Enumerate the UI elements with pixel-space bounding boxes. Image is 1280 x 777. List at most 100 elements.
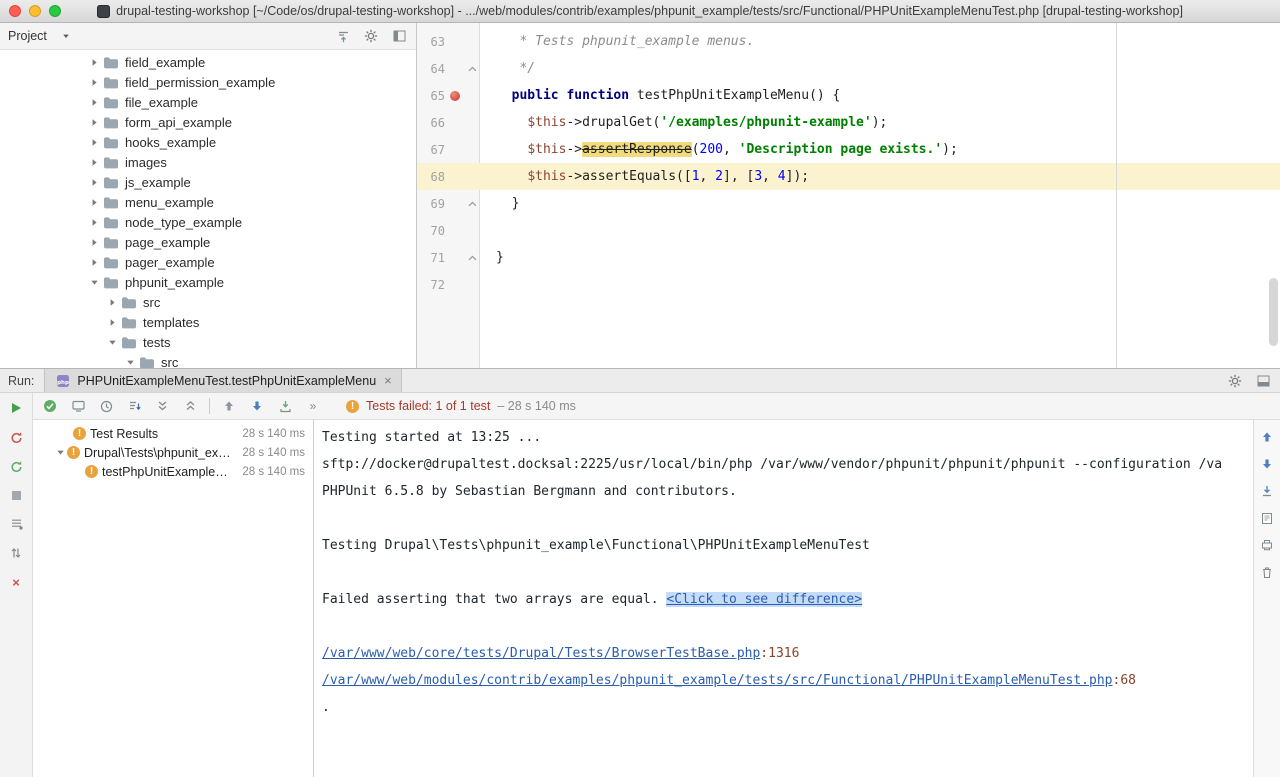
minimize-window-button[interactable] bbox=[29, 5, 41, 17]
tree-item-tests[interactable]: tests bbox=[0, 332, 416, 352]
import-test-results-button[interactable] bbox=[276, 397, 294, 415]
tree-item-pager_example[interactable]: pager_example bbox=[0, 252, 416, 272]
clear-console-button[interactable] bbox=[1258, 563, 1276, 581]
test-tree-row[interactable]: !Test Results28 s 140 ms bbox=[33, 424, 313, 443]
tree-item-form_api_example[interactable]: form_api_example bbox=[0, 112, 416, 132]
sort-by-duration-button[interactable] bbox=[97, 397, 115, 415]
editor[interactable]: 63 * Tests phpunit_example menus.64 */65… bbox=[417, 23, 1280, 368]
editor-lines: 63 * Tests phpunit_example menus.64 */65… bbox=[417, 23, 1280, 298]
chevron-right-icon[interactable] bbox=[106, 316, 118, 328]
chevron-right-icon[interactable] bbox=[106, 296, 118, 308]
chevron-right-icon[interactable] bbox=[88, 76, 100, 88]
chevron-right-icon[interactable] bbox=[88, 196, 100, 208]
test-history-button[interactable] bbox=[7, 515, 25, 533]
tree-item-menu_example[interactable]: menu_example bbox=[0, 192, 416, 212]
up-the-stacktrace-button[interactable] bbox=[1258, 428, 1276, 446]
more-actions-icon[interactable]: » bbox=[304, 397, 322, 415]
open-results-in-editor-button[interactable] bbox=[1258, 509, 1276, 527]
close-button[interactable]: × bbox=[7, 573, 25, 591]
chevron-down-icon[interactable] bbox=[106, 336, 118, 348]
chevron-down-icon[interactable] bbox=[53, 448, 67, 457]
hide-panel-icon[interactable] bbox=[1254, 372, 1272, 390]
code-line-68[interactable]: 68 $this->assertEquals([1, 2], [3, 4]); bbox=[417, 163, 1280, 190]
tree-item-page_example[interactable]: page_example bbox=[0, 232, 416, 252]
console-text: Testing started at 13:25 ... bbox=[322, 430, 541, 445]
code-line-69[interactable]: 69 } bbox=[417, 190, 1280, 217]
code-line-66[interactable]: 66 $this->drupalGet('/examples/phpunit-e… bbox=[417, 109, 1280, 136]
test-failed-gutter-icon[interactable] bbox=[450, 91, 460, 101]
chevron-right-icon[interactable] bbox=[88, 136, 100, 148]
tree-item-src[interactable]: src bbox=[0, 292, 416, 312]
tree-item-node_type_example[interactable]: node_type_example bbox=[0, 212, 416, 232]
zoom-window-button[interactable] bbox=[49, 5, 61, 17]
down-the-stacktrace-button[interactable] bbox=[1258, 455, 1276, 473]
tree-item-label: node_type_example bbox=[125, 215, 242, 230]
folder-icon bbox=[103, 276, 119, 289]
test-duration: 28 s 140 ms bbox=[234, 466, 305, 478]
tree-item-file_example[interactable]: file_example bbox=[0, 92, 416, 112]
restore-layout-button[interactable] bbox=[7, 544, 25, 562]
scroll-to-end-button[interactable] bbox=[1258, 482, 1276, 500]
tree-item-src[interactable]: src bbox=[0, 352, 416, 368]
settings-gear-icon[interactable] bbox=[362, 27, 380, 45]
chevron-right-icon[interactable] bbox=[88, 156, 100, 168]
stop-button[interactable] bbox=[7, 486, 25, 504]
print-console-button[interactable] bbox=[1258, 536, 1276, 554]
code-line-64[interactable]: 64 */ bbox=[417, 55, 1280, 82]
console-link[interactable]: /var/www/web/modules/contrib/examples/ph… bbox=[322, 673, 1113, 688]
chevron-right-icon[interactable] bbox=[88, 216, 100, 228]
hide-passed-button[interactable] bbox=[41, 397, 59, 415]
chevron-right-icon[interactable] bbox=[88, 56, 100, 68]
rerun-failed-tests-button[interactable] bbox=[7, 428, 25, 446]
previous-failed-test-button[interactable] bbox=[220, 397, 238, 415]
editor-scrollbar-thumb[interactable] bbox=[1269, 278, 1278, 346]
code-line-70[interactable]: 70 bbox=[417, 217, 1280, 244]
tree-item-phpunit_example[interactable]: phpunit_example bbox=[0, 272, 416, 292]
show-console-output-button[interactable] bbox=[69, 397, 87, 415]
code-text: $this->assertResponse(200, 'Description … bbox=[481, 136, 1280, 163]
code-text: */ bbox=[481, 55, 1280, 82]
line-number: 72 bbox=[417, 278, 445, 292]
chevron-right-icon[interactable] bbox=[88, 256, 100, 268]
code-line-72[interactable]: 72 bbox=[417, 271, 1280, 298]
next-failed-test-button[interactable] bbox=[248, 397, 266, 415]
project-tool-button[interactable]: Project bbox=[8, 29, 47, 43]
expand-all-button[interactable] bbox=[153, 397, 171, 415]
run-tab[interactable]: php PHPUnitExampleMenuTest.testPhpUnitEx… bbox=[44, 369, 401, 392]
fold-region-icon[interactable] bbox=[468, 250, 477, 265]
code-line-71[interactable]: 71} bbox=[417, 244, 1280, 271]
collapse-all-icon[interactable] bbox=[334, 27, 352, 45]
settings-gear-icon[interactable] bbox=[1226, 372, 1244, 390]
chevron-right-icon[interactable] bbox=[88, 96, 100, 108]
chevron-right-icon[interactable] bbox=[88, 236, 100, 248]
tree-item-templates[interactable]: templates bbox=[0, 312, 416, 332]
toggle-auto-test-button[interactable] bbox=[7, 457, 25, 475]
chevron-right-icon[interactable] bbox=[88, 176, 100, 188]
close-window-button[interactable] bbox=[9, 5, 21, 17]
tree-item-field_permission_example[interactable]: field_permission_example bbox=[0, 72, 416, 92]
tree-item-field_example[interactable]: field_example bbox=[0, 52, 416, 72]
console-link[interactable]: /var/www/web/core/tests/Drupal/Tests/Bro… bbox=[322, 646, 760, 661]
hide-panel-icon[interactable] bbox=[390, 27, 408, 45]
test-tree-row[interactable]: !Drupal\Tests\phpunit_example28 s 140 ms bbox=[33, 443, 313, 462]
code-line-63[interactable]: 63 * Tests phpunit_example menus. bbox=[417, 28, 1280, 55]
run-console[interactable]: Testing started at 13:25 ...sftp://docke… bbox=[314, 420, 1253, 777]
fold-region-icon[interactable] bbox=[468, 61, 477, 76]
chevron-down-icon[interactable] bbox=[124, 356, 136, 368]
collapse-all-button[interactable] bbox=[181, 397, 199, 415]
console-link[interactable]: <Click to see difference> bbox=[666, 592, 862, 607]
sort-alphabetically-button[interactable] bbox=[125, 397, 143, 415]
chevron-down-icon[interactable] bbox=[57, 27, 75, 45]
test-tree-row[interactable]: !testPhpUnitExampleMenu28 s 140 ms bbox=[33, 462, 313, 481]
close-tab-icon[interactable]: × bbox=[384, 373, 392, 388]
rerun-button[interactable] bbox=[7, 399, 25, 417]
code-line-67[interactable]: 67 $this->assertResponse(200, 'Descripti… bbox=[417, 136, 1280, 163]
code-line-65[interactable]: 65 public function testPhpUnitExampleMen… bbox=[417, 82, 1280, 109]
chevron-right-icon[interactable] bbox=[88, 116, 100, 128]
tree-item-hooks_example[interactable]: hooks_example bbox=[0, 132, 416, 152]
titlebar[interactable]: drupal-testing-workshop [~/Code/os/drupa… bbox=[0, 0, 1280, 23]
chevron-down-icon[interactable] bbox=[88, 276, 100, 288]
tree-item-images[interactable]: images bbox=[0, 152, 416, 172]
fold-region-icon[interactable] bbox=[468, 196, 477, 211]
tree-item-js_example[interactable]: js_example bbox=[0, 172, 416, 192]
